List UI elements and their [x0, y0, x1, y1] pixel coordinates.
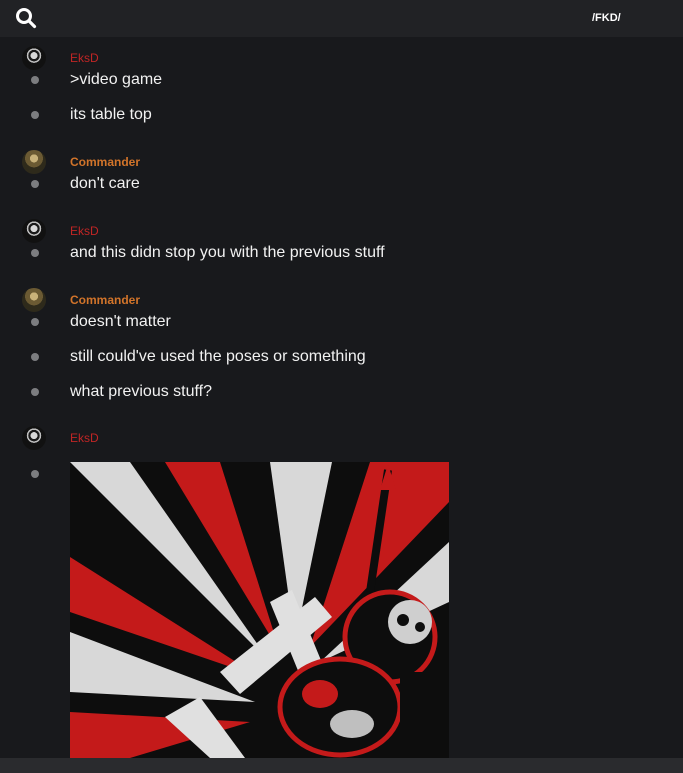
message-text: its table top: [70, 106, 152, 123]
bullet-dot-icon: [31, 76, 39, 84]
avatar[interactable]: [22, 219, 46, 243]
list-item: and this didn stop you with the previous…: [0, 242, 683, 264]
message-text: doesn't matter: [70, 313, 171, 330]
bullet-dot-icon: [31, 111, 39, 119]
bullet-dot-icon: [31, 180, 39, 188]
avatar[interactable]: [22, 426, 46, 450]
bullet-dot-icon: [31, 470, 39, 478]
message-text: don't care: [70, 175, 140, 192]
message-text: and this didn stop you with the previous…: [70, 244, 385, 261]
top-bar: /FKD/: [0, 0, 683, 37]
list-item: doesn't matter: [0, 311, 683, 333]
image-attachment[interactable]: [70, 462, 449, 758]
bullet-dot-icon: [31, 388, 39, 396]
bullet-dot-icon: [31, 353, 39, 361]
list-item: don't care: [0, 173, 683, 195]
bullet-dot-icon: [31, 249, 39, 257]
author-name[interactable]: EksD: [70, 431, 99, 445]
author-name[interactable]: EksD: [70, 224, 99, 238]
search-icon[interactable]: [14, 6, 38, 30]
channel-name[interactable]: /FKD/: [592, 12, 621, 24]
list-item: its table top: [0, 104, 683, 126]
list-item: what previous stuff?: [0, 381, 683, 403]
author-name[interactable]: Commander: [70, 293, 140, 307]
message-text: what previous stuff?: [70, 383, 213, 400]
list-item: still could've used the poses or somethi…: [0, 346, 683, 368]
message-text: >video game: [70, 71, 163, 88]
avatar[interactable]: [22, 288, 46, 312]
avatar[interactable]: [22, 46, 46, 70]
list-item: >video game: [0, 69, 683, 91]
avatar[interactable]: [22, 150, 46, 174]
bottom-bar: [0, 758, 683, 773]
author-name[interactable]: Commander: [70, 155, 140, 169]
author-name[interactable]: EksD: [70, 51, 99, 65]
bullet-dot-icon: [31, 318, 39, 326]
message-text: still could've used the poses or somethi…: [70, 348, 366, 365]
